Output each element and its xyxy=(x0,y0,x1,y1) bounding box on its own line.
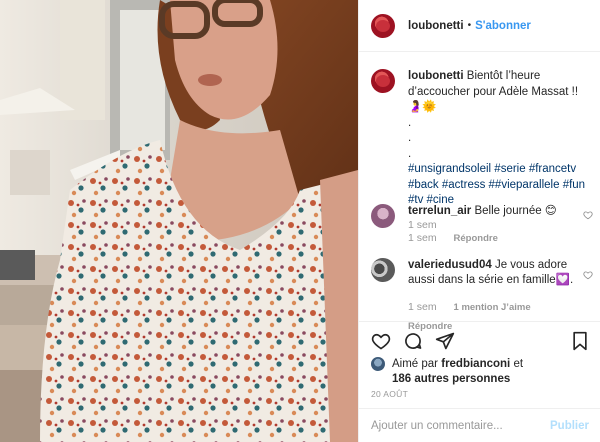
comment-input[interactable] xyxy=(371,419,551,432)
follow-button[interactable]: S'abonner xyxy=(475,20,531,32)
comment-likes-link[interactable]: 1 mention J’aime xyxy=(454,302,531,313)
post-sidebar: loubonetti • S'abonner loubonetti Bientô… xyxy=(358,0,600,442)
comment-username[interactable]: terrelun_air xyxy=(408,205,471,217)
caption-hashtags[interactable]: #unsigrandsoleil #serie #francetv #back … xyxy=(408,162,588,209)
post-header: loubonetti • S'abonner xyxy=(359,0,600,52)
bookmark-icon[interactable] xyxy=(571,331,589,351)
caption-dot: . xyxy=(408,116,412,129)
likes-others-link[interactable]: 186 autres personnes xyxy=(392,373,510,385)
caption-dot: . xyxy=(408,132,412,144)
publish-button[interactable]: Publier xyxy=(550,420,589,432)
comment-meta: 1 sem 1 mention J’aime xyxy=(408,300,578,315)
caption-username[interactable]: loubonetti xyxy=(408,70,464,82)
liker-username[interactable]: fredbianconi xyxy=(441,358,510,370)
header-separator: • xyxy=(467,20,472,31)
comment-text: Belle journée 😊 xyxy=(474,205,557,217)
reply-button[interactable]: Répondre xyxy=(454,233,498,244)
liker-avatar[interactable] xyxy=(371,357,385,371)
share-icon[interactable] xyxy=(435,331,455,351)
comment-icon[interactable] xyxy=(403,331,423,351)
heart-icon[interactable] xyxy=(583,270,593,280)
likes-text: Aimé par fredbianconi et 186 autres pers… xyxy=(392,357,523,387)
comment-time: 1 sem xyxy=(408,301,437,313)
heart-icon[interactable] xyxy=(583,210,593,220)
likes-prefix: Aimé par xyxy=(392,358,439,370)
comment-time: 1 sem xyxy=(408,232,437,244)
author-avatar[interactable] xyxy=(371,13,395,38)
selfie-image xyxy=(0,0,358,442)
add-comment-bar: Publier xyxy=(359,408,600,442)
post-photo[interactable] xyxy=(0,0,358,442)
post-actions: Aimé par fredbianconi et 186 autres pers… xyxy=(359,321,600,421)
instagram-post: loubonetti • S'abonner loubonetti Bientô… xyxy=(0,0,600,442)
comment-username[interactable]: valeriedusud04 xyxy=(408,259,492,271)
comment-meta: 1 sem Répondre xyxy=(408,231,578,246)
post-date: 20 AOÛT xyxy=(371,389,409,399)
action-icons xyxy=(371,331,467,351)
likes-suffix: et xyxy=(513,358,524,370)
likes-summary: Aimé par fredbianconi et 186 autres pers… xyxy=(371,357,523,387)
author-username[interactable]: loubonetti xyxy=(408,20,464,32)
comment-body: terrelun_air Belle journée 😊 1 sem Répon… xyxy=(408,204,578,246)
comment-item: terrelun_air Belle journée 😊 1 sem Répon… xyxy=(371,204,593,246)
comments-section: loubonetti Bientôt l’heure d’accoucher p… xyxy=(359,53,600,332)
heart-icon[interactable] xyxy=(371,331,391,351)
caption-dot: . xyxy=(408,147,412,160)
commenter-avatar[interactable] xyxy=(371,258,395,282)
commenter-avatar[interactable] xyxy=(371,204,395,228)
caption-avatar[interactable] xyxy=(371,69,395,93)
